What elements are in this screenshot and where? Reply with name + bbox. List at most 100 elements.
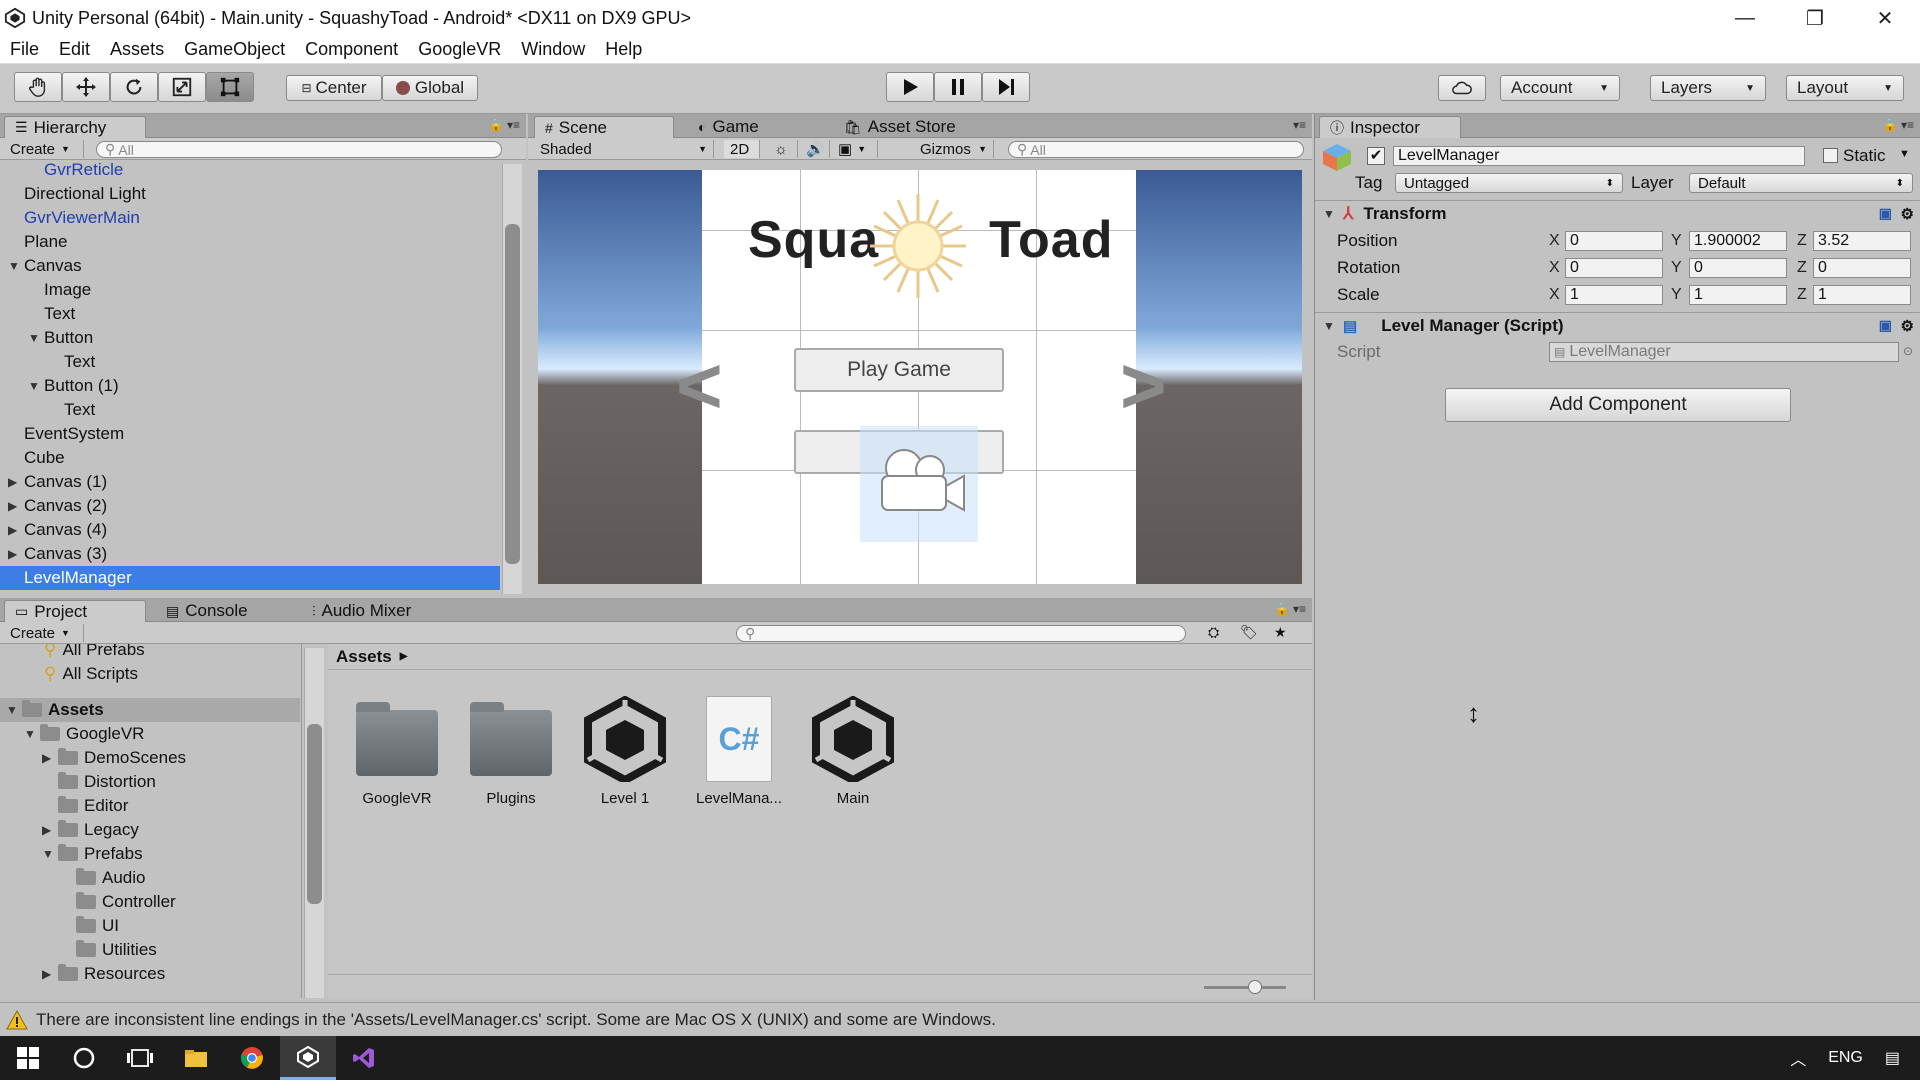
panel-lock-menu-icon[interactable]: 🔒 ▾≡ <box>1883 118 1914 132</box>
hierarchy-item[interactable]: ▼ Canvas <box>0 254 500 278</box>
object-name-input[interactable]: LevelManager <box>1393 146 1805 166</box>
panel-menu-icon[interactable]: ▾≡ <box>1293 118 1306 132</box>
project-folder-item[interactable]: Audio <box>0 866 300 890</box>
layer-dropdown[interactable]: Default ⬍ <box>1689 173 1913 193</box>
layers-dropdown[interactable]: Layers ▼ <box>1650 75 1766 101</box>
menu-help[interactable]: Help <box>595 39 652 60</box>
project-folder-item[interactable]: ▶ Legacy <box>0 818 300 842</box>
tab-audio-mixer[interactable]: ⫶ Audio Mixer <box>302 600 421 622</box>
add-component-button[interactable]: Add Component <box>1445 388 1791 422</box>
project-folder-item[interactable]: UI <box>0 914 300 938</box>
project-create-dropdown[interactable]: Create ▼ <box>4 624 84 642</box>
zoom-slider-track[interactable] <box>1204 986 1286 989</box>
maximize-button[interactable]: ❐ <box>1780 0 1850 36</box>
hierarchy-item[interactable]: ▼ Button <box>0 326 500 350</box>
hierarchy-item[interactable]: GvrViewerMain <box>0 206 500 230</box>
project-tree-scrollbar[interactable] <box>304 648 324 998</box>
menu-component[interactable]: Component <box>295 39 408 60</box>
rotate-tool-button[interactable] <box>110 72 158 102</box>
hierarchy-item[interactable]: GvrReticle <box>0 160 500 182</box>
tab-project[interactable]: ▭ Project <box>4 600 146 622</box>
position-x-input[interactable]: 0 <box>1565 231 1663 251</box>
gear-icon[interactable]: ⚙ <box>1901 205 1914 223</box>
asset-item[interactable]: C# LevelMana... <box>684 696 794 807</box>
expand-arrow-icon[interactable]: ▼ <box>6 703 22 717</box>
hierarchy-create-dropdown[interactable]: Create ▼ <box>4 140 84 158</box>
rotation-x-input[interactable]: 0 <box>1565 258 1663 278</box>
asset-item[interactable]: Plugins <box>456 696 566 807</box>
project-folder-item[interactable]: Distortion <box>0 770 300 794</box>
tab-console[interactable]: ▤ Console <box>156 600 258 622</box>
action-center-icon[interactable]: ▤ <box>1885 1048 1900 1068</box>
static-dropdown-arrow-icon[interactable]: ▼ <box>1899 148 1910 160</box>
panel-lock-menu-icon[interactable]: 🔒 ▾≡ <box>489 118 520 132</box>
position-z-input[interactable]: 3.52 <box>1813 231 1911 251</box>
filter-by-type-icon[interactable]: ⛭ <box>1208 624 1219 641</box>
menu-window[interactable]: Window <box>511 39 595 60</box>
minimize-button[interactable]: — <box>1710 0 1780 36</box>
expand-arrow-icon[interactable]: ▶ <box>42 823 58 837</box>
expand-arrow-icon[interactable]: ▶ <box>8 547 24 561</box>
menu-edit[interactable]: Edit <box>49 39 100 60</box>
scene-viewport[interactable]: Squa Toad Play Game < > <box>538 170 1302 584</box>
hierarchy-search-input[interactable]: ⚲ All <box>96 141 502 158</box>
hierarchy-item[interactable]: Text <box>0 398 500 422</box>
asset-item[interactable]: GoogleVR <box>342 696 452 807</box>
expand-arrow-icon[interactable]: ▼ <box>42 847 58 861</box>
hierarchy-item[interactable]: Image <box>0 278 500 302</box>
layout-dropdown[interactable]: Layout ▼ <box>1786 75 1904 101</box>
project-folder-item[interactable]: Utilities <box>0 938 300 962</box>
zoom-slider-handle[interactable] <box>1248 980 1262 994</box>
expand-arrow-icon[interactable]: ▶ <box>8 499 24 513</box>
scale-y-input[interactable]: 1 <box>1689 285 1787 305</box>
hierarchy-scrollbar[interactable] <box>502 164 522 594</box>
tab-inspector[interactable]: ⓘ Inspector <box>1319 116 1461 138</box>
search-button[interactable] <box>56 1036 112 1080</box>
level-manager-script-header[interactable]: ▼ ▤ Level Manager (Script) ▣ ⚙ <box>1315 312 1920 338</box>
active-checkbox[interactable]: ✔ <box>1367 147 1385 165</box>
hierarchy-item[interactable]: Cube <box>0 446 500 470</box>
project-folder-item[interactable]: Controller <box>0 890 300 914</box>
menu-gameobject[interactable]: GameObject <box>174 39 295 60</box>
gear-icon[interactable]: ⚙ <box>1901 317 1914 335</box>
expand-arrow-icon[interactable]: ▼ <box>8 259 24 273</box>
favorite-all-scripts[interactable]: ⚲ All Scripts <box>0 662 300 686</box>
scale-tool-button[interactable] <box>158 72 206 102</box>
hierarchy-item[interactable]: ▶ Canvas (2) <box>0 494 500 518</box>
tab-game[interactable]: ◐ Game <box>688 116 769 138</box>
hierarchy-item[interactable]: EventSystem <box>0 422 500 446</box>
transform-header[interactable]: ▼ ⅄ Transform ▣ ⚙ <box>1315 200 1920 226</box>
expand-arrow-icon[interactable]: ▶ <box>8 475 24 489</box>
project-folder-item[interactable]: ▶ DemoScenes <box>0 746 300 770</box>
panel-lock-menu-icon[interactable]: 🔒 ▾≡ <box>1275 602 1306 616</box>
chevron-up-icon[interactable]: ︿ <box>1790 1046 1806 1070</box>
status-bar[interactable]: There are inconsistent line endings in t… <box>0 1002 1920 1036</box>
file-explorer-button[interactable] <box>168 1036 224 1080</box>
assets-breadcrumb[interactable]: Assets ▶ <box>328 644 1312 670</box>
hierarchy-item[interactable]: Text <box>0 302 500 326</box>
hierarchy-item[interactable]: ▶ Canvas (3) <box>0 542 500 566</box>
filter-by-label-icon[interactable]: 🏷 <box>1240 624 1258 641</box>
project-folder-item[interactable]: ▼ Assets <box>0 698 300 722</box>
tab-hierarchy[interactable]: ☰ Hierarchy <box>4 116 146 138</box>
menu-assets[interactable]: Assets <box>100 39 174 60</box>
hierarchy-item[interactable]: ▼ Button (1) <box>0 374 500 398</box>
hand-tool-button[interactable] <box>14 72 62 102</box>
expand-arrow-icon[interactable]: ▼ <box>28 379 44 393</box>
expand-arrow-icon[interactable]: ▶ <box>42 751 58 765</box>
move-tool-button[interactable] <box>62 72 110 102</box>
script-reference-field[interactable]: ▤ LevelManager <box>1549 342 1899 362</box>
static-checkbox[interactable] <box>1823 148 1838 163</box>
help-book-icon[interactable]: ▣ <box>1879 205 1892 222</box>
menu-file[interactable]: File <box>0 39 49 60</box>
collapse-arrow-icon[interactable]: ▼ <box>1323 207 1339 221</box>
scale-z-input[interactable]: 1 <box>1813 285 1911 305</box>
help-book-icon[interactable]: ▣ <box>1879 317 1892 334</box>
language-indicator[interactable]: ENG <box>1828 1049 1863 1067</box>
expand-arrow-icon[interactable]: ▼ <box>24 727 40 741</box>
hierarchy-item[interactable]: Text <box>0 350 500 374</box>
hierarchy-item[interactable]: ▶ Canvas (4) <box>0 518 500 542</box>
lighting-toggle[interactable]: ☼ <box>768 140 798 158</box>
scale-x-input[interactable]: 1 <box>1565 285 1663 305</box>
hierarchy-item[interactable]: LevelManager <box>0 566 500 590</box>
